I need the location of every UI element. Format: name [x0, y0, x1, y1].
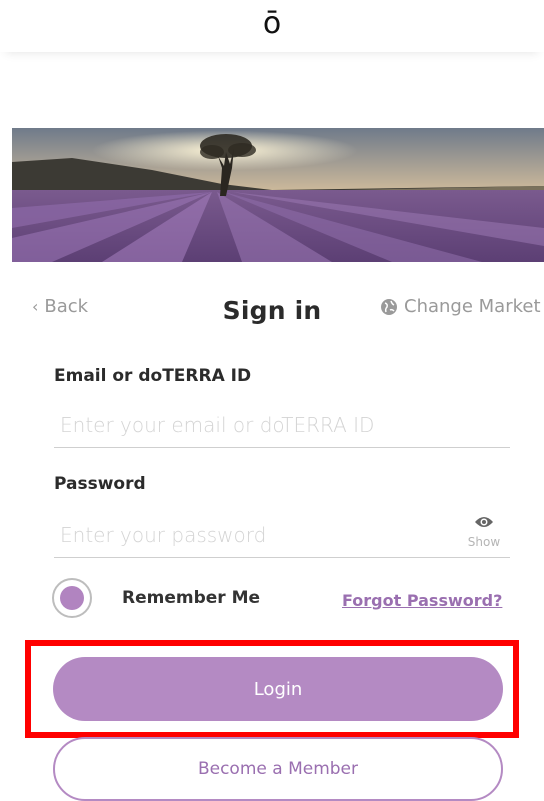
brand-logo: ō: [262, 6, 282, 41]
remember-me-label: Remember Me: [122, 588, 261, 608]
email-label: Email or doTERRA ID: [54, 366, 252, 386]
hero-image: [12, 128, 544, 262]
change-market-label: Change Market: [404, 296, 541, 317]
remember-me-toggle[interactable]: Remember Me: [52, 578, 260, 618]
change-market-button[interactable]: Change Market: [380, 296, 541, 317]
become-member-button[interactable]: Become a Member: [53, 737, 503, 801]
remember-me-radio[interactable]: [52, 578, 92, 618]
radio-selected-dot: [60, 586, 84, 610]
password-field-container: Show: [54, 514, 510, 558]
forgot-password-link[interactable]: Forgot Password?: [342, 591, 502, 610]
eye-icon: [475, 517, 493, 527]
email-field-container: [54, 404, 510, 448]
show-label: Show: [467, 535, 501, 549]
lavender-field-landscape: [12, 128, 544, 262]
password-input[interactable]: [54, 514, 460, 556]
login-button[interactable]: Login: [53, 657, 503, 721]
show-password-toggle[interactable]: Show: [464, 514, 504, 549]
globe-icon: [381, 298, 397, 315]
password-label: Password: [54, 474, 146, 494]
app-header: ō: [0, 0, 544, 52]
email-input[interactable]: [54, 404, 460, 446]
